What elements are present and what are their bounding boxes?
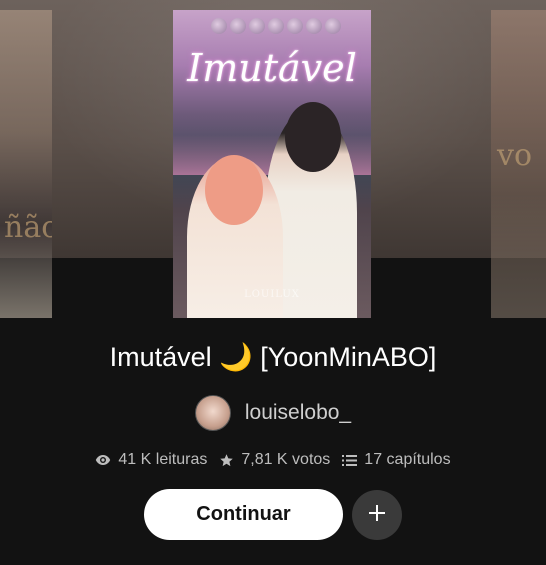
previous-story-cover[interactable]: ñão <box>0 10 52 318</box>
continue-reading-button[interactable]: Continuar <box>144 489 343 540</box>
story-cover[interactable]: Imutável LOUILUX <box>173 10 371 318</box>
previous-cover-text: ñão <box>4 210 52 245</box>
votes-count: 7,81 K votos <box>241 451 331 468</box>
story-title: Imutável 🌙 [YoonMinABO] <box>109 342 437 372</box>
list-icon <box>342 454 358 467</box>
add-to-library-button[interactable] <box>352 490 402 540</box>
cover-watermark: LOUILUX <box>244 289 300 300</box>
chapters-count: 17 capítulos <box>364 451 451 468</box>
author-name[interactable]: louiselobo_ <box>245 401 351 425</box>
author-avatar[interactable] <box>194 395 231 431</box>
chapters-stat: 17 capítulos <box>342 451 451 469</box>
reads-stat: 41 K leituras <box>95 451 207 469</box>
cover-title: Imutável <box>187 46 357 90</box>
star-icon <box>219 453 234 468</box>
eye-icon <box>95 454 111 466</box>
story-stats: 41 K leituras 7,81 K votos 17 capítulos <box>0 451 546 469</box>
next-story-cover[interactable]: vo <box>491 10 546 318</box>
reads-count: 41 K leituras <box>118 451 208 468</box>
plus-icon <box>368 504 386 527</box>
next-cover-text: vo <box>497 138 533 173</box>
moon-phases-decoration <box>211 18 341 40</box>
votes-stat: 7,81 K votos <box>219 451 330 469</box>
author-row[interactable]: louiselobo_ <box>0 395 546 431</box>
